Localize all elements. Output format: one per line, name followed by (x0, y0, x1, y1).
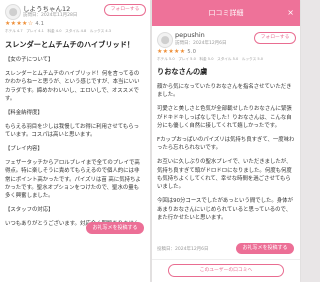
divider (152, 259, 300, 260)
section-heading-price: 【料金納得度】 (5, 109, 43, 116)
visit-date: 訪問日：2024年12月6日 (175, 41, 227, 46)
user-reviews-link[interactable]: このユーザーの口コミへ (168, 264, 284, 277)
star-icons: ★★★★☆ (5, 20, 34, 27)
section-heading-girl: 【女の子について】 (5, 57, 54, 63)
avatar[interactable] (5, 4, 21, 20)
review-detail-modal: 口コミ詳細 × pepushin 訪問日：2024年12月6日 ★★★★★ 5.0… (152, 0, 300, 282)
section-heading-staff: 【スタッフの対応】 (5, 207, 54, 214)
close-icon[interactable]: × (287, 0, 294, 26)
star-icons: ★★★★★ (157, 48, 186, 55)
visit-date: 訪問日：2024年11月28日 (23, 13, 78, 18)
post-photo-button[interactable]: お礼写メを投稿する (236, 243, 294, 254)
review-body: 顔から気になっていたりおなさんを指名させていただきました。 可愛さと美しさと色気… (157, 83, 295, 228)
posted-date: 投稿日：2024年12月6日 (157, 247, 209, 252)
paragraph: お互いに久しぶりの聖水プレイで、いただきましたが、気持ち良すぎて頭がドロドロにな… (157, 159, 292, 191)
post-photo-button[interactable]: お礼写メを投稿する (86, 222, 144, 234)
username[interactable]: pepushin (175, 31, 205, 39)
rating-stars: ★★★★☆ 4.1 (5, 20, 44, 27)
paragraph-play: フェザータッチからアロルブレイまで全てのプレイで高得点。特に楽しそうに責めてもら… (5, 159, 141, 200)
follow-button[interactable]: フォローする (254, 32, 296, 44)
paragraph: 今回は90分コースでしたがあっという間でした。身体があまりおなさんにいじめられて… (157, 198, 293, 221)
paragraph-girl: スレンダーとムチムチのハイブリッド！何を言ってるのかわからねーと思うが、という感… (5, 70, 140, 102)
paragraph: Fカップおっぱいのパイズリは気持ち良すぎて、一度味わったら忘れられないです。 (157, 136, 295, 152)
section-heading-play: 【プレイ内容】 (5, 146, 43, 152)
modal-header: 口コミ詳細 (152, 0, 300, 26)
subratings: ホテル 4.7 プレイ 4.1 料金 4.0 スタイル 4.8 ルックス 4.3 (5, 29, 112, 33)
avatar[interactable] (157, 32, 173, 48)
review-card-left: しようちゃん12 訪問日：2024年11月28日 ★★★★☆ 4.1 ホテル 4.… (0, 0, 150, 282)
review-body: 【女の子について】 スレンダーとムチムチのハイブリッド！何を言ってるのかわからね… (5, 56, 143, 234)
review-title: りおなさんの虜 (157, 67, 208, 76)
subratings: ホテル 5.0 プレイ 5.0 料金 5.0 スタイル 5.0 ルックス 5.0 (157, 57, 264, 61)
rating-value: 5.0 (187, 49, 197, 55)
follow-button[interactable]: フォローする (104, 4, 146, 16)
review-title: スレンダーとムチムチのハイブリッド！ (5, 40, 135, 49)
rating-stars: ★★★★★ 5.0 (157, 48, 196, 55)
paragraph-price: もらえる羽目を少しは我慢してお得に利用させてもらっています。コスパは高いと思いま… (5, 123, 140, 139)
modal-title: 口コミ詳細 (208, 9, 244, 17)
rating-value: 4.1 (35, 21, 45, 27)
paragraph: 顔から気になっていたりおなさんを指名させていただきました。 (157, 84, 292, 99)
paragraph: 可愛さと美しさと色気が全部載せしたりおなさんに緊張がドキドキしっぱなしでした！り… (157, 106, 292, 129)
